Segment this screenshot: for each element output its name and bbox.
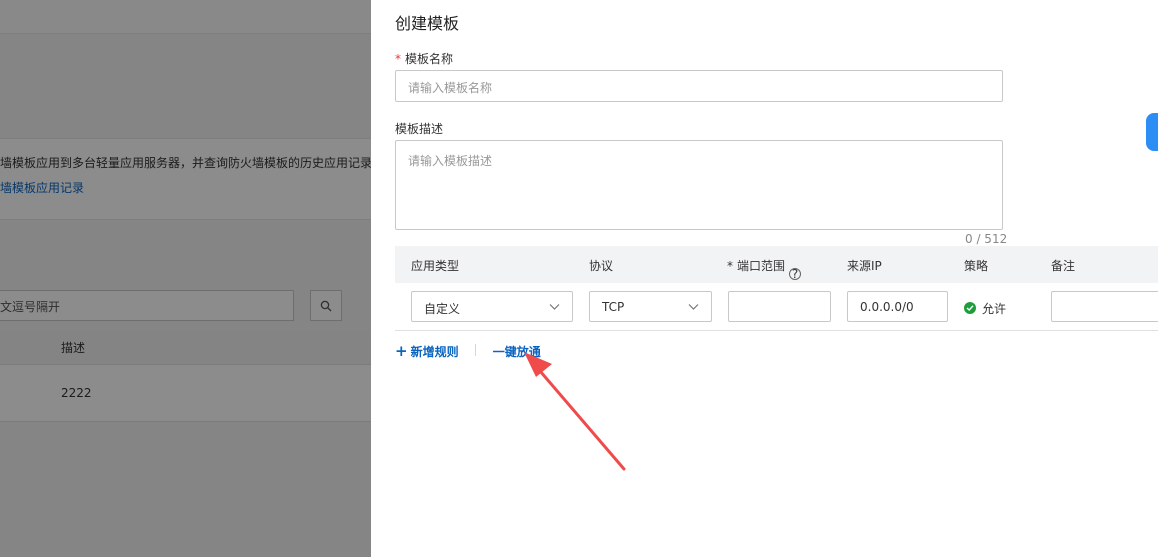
required-mark: * — [395, 52, 401, 66]
required-mark: * — [727, 259, 733, 273]
template-name-label: * 模板名称 — [395, 50, 453, 67]
modal-overlay[interactable] — [0, 0, 371, 557]
rules-actions: + 新增规则 一键放通 — [395, 342, 541, 360]
chevron-down-icon — [549, 304, 560, 310]
app-type-value: 自定义 — [424, 302, 461, 316]
template-name-input[interactable]: 请输入模板名称 — [395, 70, 1003, 102]
plus-icon: + — [395, 342, 408, 360]
header-protocol: 协议 — [589, 259, 614, 273]
header-source-ip: 来源IP — [847, 259, 882, 273]
floating-assistant-button[interactable] — [1146, 113, 1158, 151]
rules-table-row: 自定义 TCP 0.0.0.0/0 允许 — [395, 283, 1158, 331]
one-click-allow-button[interactable]: 一键放通 — [493, 345, 541, 359]
template-desc-textarea[interactable]: 请输入模板描述 — [395, 140, 1003, 230]
template-name-label-text: 模板名称 — [405, 52, 454, 66]
chevron-down-icon — [688, 304, 699, 310]
create-template-drawer: 创建模板 * 模板名称 请输入模板名称 模板描述 请输入模板描述 0 / 512 … — [371, 0, 1158, 557]
actions-divider — [475, 344, 476, 356]
header-app-type: 应用类型 — [411, 259, 460, 273]
template-desc-placeholder: 请输入模板描述 — [408, 154, 493, 168]
header-remark: 备注 — [1051, 259, 1076, 273]
port-range-input[interactable] — [728, 291, 831, 322]
remark-input[interactable] — [1051, 291, 1158, 322]
source-ip-value: 0.0.0.0/0 — [860, 300, 914, 314]
add-rule-button[interactable]: + 新增规则 — [395, 342, 463, 360]
policy-value: 允许 — [964, 300, 1006, 317]
protocol-select[interactable]: TCP — [589, 291, 712, 322]
app-type-select[interactable]: 自定义 — [411, 291, 573, 322]
source-ip-input[interactable]: 0.0.0.0/0 — [847, 291, 948, 322]
header-port-range-text: 端口范围 — [737, 259, 786, 273]
template-desc-label: 模板描述 — [395, 122, 444, 136]
policy-text: 允许 — [982, 302, 1007, 316]
drawer-title: 创建模板 — [395, 14, 460, 33]
help-circle-icon[interactable]: ? — [789, 268, 802, 280]
header-policy: 策略 — [964, 259, 989, 273]
desc-char-counter: 0 / 512 — [965, 232, 1008, 246]
template-name-placeholder: 请输入模板名称 — [408, 81, 493, 95]
add-rule-label: 新增规则 — [410, 345, 459, 359]
rules-table-header: 应用类型 协议 * 端口范围? 来源IP 策略 备注 — [395, 246, 1158, 283]
protocol-value: TCP — [602, 300, 625, 314]
check-circle-icon — [964, 302, 976, 314]
header-port-range: * 端口范围? — [727, 257, 802, 280]
